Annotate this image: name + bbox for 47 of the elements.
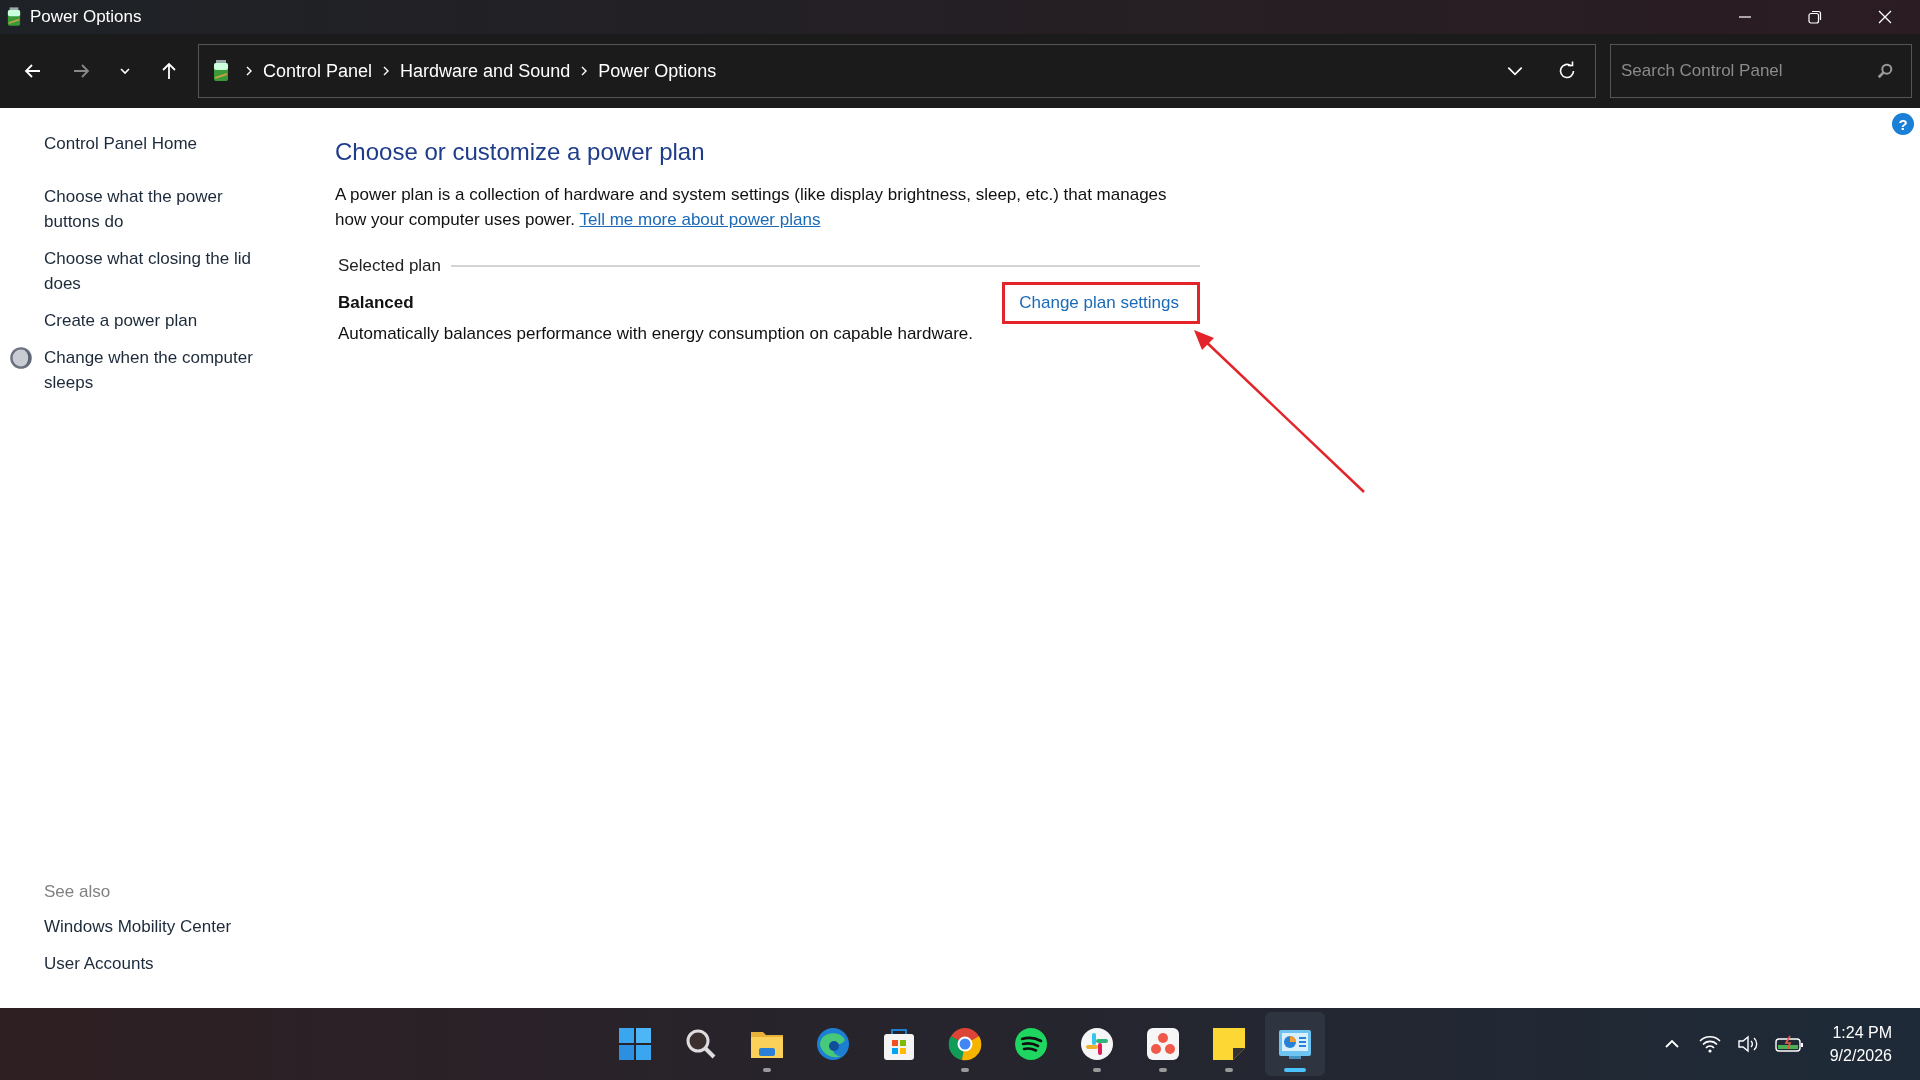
change-plan-settings-link[interactable]: Change plan settings: [1002, 282, 1200, 324]
help-button[interactable]: ?: [1892, 113, 1914, 135]
restore-icon: [1807, 9, 1823, 25]
plan-description: Automatically balances performance with energy consumption on capable hardware.: [338, 324, 975, 344]
sidebar-link[interactable]: Control Panel Home: [44, 131, 276, 156]
hash-icon: [1079, 1026, 1115, 1062]
search-icon: [1876, 62, 1894, 80]
sticky-note-icon: [1211, 1026, 1247, 1062]
breadcrumb-item[interactable]: Control Panel: [263, 60, 373, 82]
dots-icon: [1145, 1026, 1181, 1062]
close-icon: [1877, 9, 1893, 25]
battery-charging-icon[interactable]: [1773, 1034, 1804, 1054]
music-icon: [1013, 1026, 1049, 1062]
wifi-icon[interactable]: [1697, 1034, 1722, 1054]
windows-icon: [617, 1026, 653, 1062]
battery-icon: [213, 60, 229, 82]
browser-icon: [947, 1026, 983, 1062]
clock-date: 9/2/2026: [1829, 1046, 1892, 1066]
plan-name: Balanced: [338, 293, 414, 313]
intro-text: A power plan is a collection of hardware and system settings (like display brightness, sleep, etc.) that manages how your computer uses power. Tell me more about power plans: [335, 184, 1168, 231]
chevron-icon: [580, 65, 589, 77]
battery-app-icon: [7, 7, 21, 27]
sidebar-link[interactable]: Choose what the power buttons do: [44, 184, 276, 234]
page-heading: Choose or customize a power plan: [335, 138, 706, 166]
sidebar-link[interactable]: Change when the computer sleeps: [44, 345, 276, 395]
clock[interactable]: 1:24 PM 9/2/2026: [1829, 1021, 1892, 1067]
sidebar-link[interactable]: Choose what closing the lid does: [44, 246, 276, 296]
window-title: Power Options: [30, 7, 142, 27]
chevron-icon: [382, 65, 391, 77]
address-bar[interactable]: Control Panel Hardware and Sound Power Options: [198, 44, 1596, 98]
search-field[interactable]: Search Control Panel: [1610, 44, 1912, 98]
chevron-icon: [245, 65, 253, 77]
sidebar-link[interactable]: Create a power plan: [44, 308, 276, 333]
minimize-icon: [1737, 16, 1753, 18]
section-title: Selected plan: [338, 256, 442, 276]
see-also-heading: See also: [43, 882, 112, 902]
speaker-icon[interactable]: [1735, 1034, 1760, 1054]
see-also-link[interactable]: Windows Mobility Center: [44, 914, 276, 939]
taskbar-app-button[interactable]: [1265, 1012, 1325, 1076]
breadcrumb-item[interactable]: Hardware and Sound: [400, 60, 571, 82]
clock-time: 1:24 PM: [1832, 1023, 1892, 1043]
see-also-link[interactable]: User Accounts: [44, 951, 276, 976]
browser-icon: [815, 1026, 851, 1062]
breadcrumb-item[interactable]: Power Options: [598, 60, 717, 82]
refresh-icon[interactable]: [1557, 61, 1577, 81]
shopping-bag-icon: [881, 1026, 917, 1062]
learn-more-link[interactable]: Tell me more about power plans: [579, 210, 821, 229]
